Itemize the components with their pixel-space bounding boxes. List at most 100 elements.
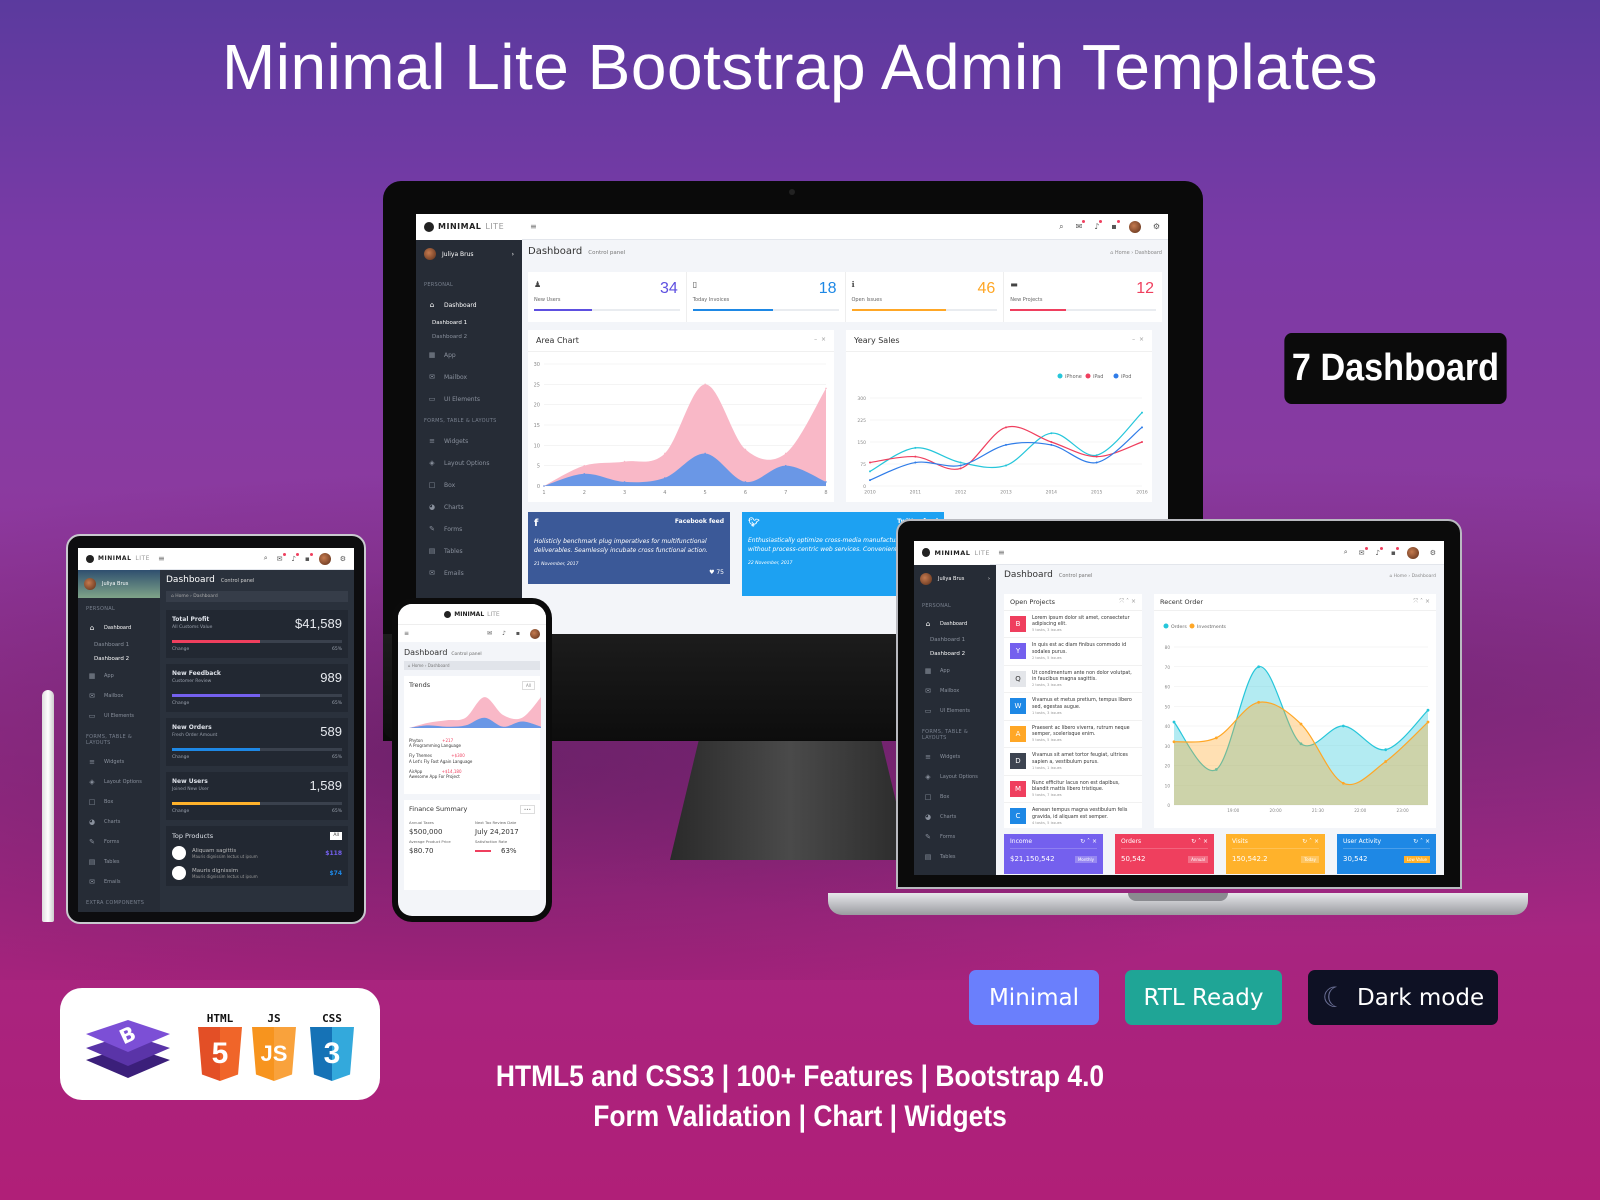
chat-icon[interactable]: ▪ (516, 630, 520, 637)
avatar[interactable] (1406, 546, 1419, 559)
filter-select[interactable]: All (330, 832, 342, 840)
data-point[interactable] (1050, 432, 1053, 435)
bell-icon[interactable]: ♪ (502, 630, 506, 637)
data-point[interactable] (1095, 455, 1098, 458)
sidebar-item-ui-elements[interactable]: ▭ UI Elements (78, 706, 160, 726)
menu-toggle-icon[interactable]: ≡ (530, 222, 537, 231)
search-icon[interactable]: ⌕ (264, 554, 268, 563)
sidebar-item-dashboard[interactable]: ⌂ Dashboard (78, 618, 160, 638)
card-controls[interactable]: – × (1132, 336, 1144, 345)
data-point[interactable] (1341, 781, 1345, 785)
data-point[interactable] (1141, 411, 1143, 414)
data-point[interactable] (869, 461, 871, 464)
sidebar-item-charts[interactable]: ◕ Charts (914, 807, 996, 827)
sidebar-item-widgets[interactable]: ≡ Widgets (78, 752, 160, 772)
sidebar-item-mailbox[interactable]: ✉ Mailbox (78, 686, 160, 706)
breadcrumb-home[interactable]: Home (175, 594, 188, 599)
gear-icon[interactable]: ⚙ (340, 555, 346, 563)
project-item[interactable]: A Praesent ac libero viverra, rutrum nequ… (1004, 721, 1142, 749)
menu-toggle-icon[interactable]: ≡ (998, 548, 1005, 557)
data-point[interactable] (914, 461, 917, 464)
mail-icon[interactable]: ✉ (1076, 220, 1085, 231)
sidebar-item-dashboard[interactable]: ⌂ Dashboard (914, 615, 996, 633)
sidebar-user[interactable]: Juliya Brus › (416, 248, 522, 274)
likes-count[interactable]: ♥ 75 (709, 569, 724, 576)
sidebar-item-box[interactable]: □ Box (78, 792, 160, 812)
data-point[interactable] (959, 461, 962, 464)
project-item[interactable]: M Nunc efficitur lacus non est dapibus, b… (1004, 776, 1142, 804)
sidebar-item-box[interactable]: □ Box (914, 787, 996, 807)
more-button[interactable]: ••• (519, 805, 535, 814)
data-point[interactable] (1172, 740, 1176, 744)
sidebar-item-app[interactable]: ▦ App (914, 661, 996, 681)
data-point[interactable] (664, 452, 666, 455)
product-item[interactable]: Aliquam sagittis Mauris dignissim lectus … (172, 846, 342, 860)
sidebar-item-widgets[interactable]: ≡ Widgets (416, 430, 522, 452)
data-point[interactable] (1384, 748, 1388, 752)
sidebar-item-app[interactable]: ▦ App (78, 666, 160, 686)
data-point[interactable] (623, 460, 626, 463)
sidebar-user[interactable]: Juliya Brus › (914, 573, 996, 595)
chat-icon[interactable]: ▪ (305, 552, 313, 563)
search-icon[interactable]: ⌕ (1059, 222, 1063, 232)
data-point[interactable] (1050, 441, 1053, 443)
breadcrumb-home[interactable]: Home (1115, 250, 1130, 256)
data-point[interactable] (959, 467, 962, 470)
data-point[interactable] (1257, 665, 1261, 669)
brand-logo[interactable]: MINIMAL LITE (398, 604, 546, 624)
search-icon[interactable]: ⌕ (1344, 548, 1348, 557)
chat-icon[interactable]: ▪ (1391, 546, 1399, 557)
mail-icon[interactable]: ✉ (1359, 546, 1368, 557)
data-point[interactable] (784, 464, 787, 467)
sidebar-item-emails[interactable]: ✉ Emails (78, 872, 160, 892)
sidebar-item-app[interactable]: ▦ App (416, 344, 522, 366)
data-point[interactable] (869, 479, 871, 482)
data-point[interactable] (623, 481, 626, 483)
brand-logo[interactable]: MINIMAL LITE (416, 214, 522, 240)
sidebar-item-forms[interactable]: ✎ Forms (78, 832, 160, 852)
bell-icon[interactable]: ♪ (1376, 546, 1384, 557)
tile-controls[interactable]: ↻ ˄ × (1413, 838, 1430, 845)
sidebar-subitem-dashboard-1[interactable]: Dashboard 1 (78, 638, 160, 652)
data-point[interactable] (1214, 736, 1218, 740)
gear-icon[interactable]: ⚙ (1153, 222, 1160, 231)
data-point[interactable] (1141, 441, 1143, 443)
avatar[interactable] (318, 552, 331, 565)
avatar[interactable] (530, 628, 540, 639)
sidebar-item-forms[interactable]: ✎ Forms (914, 827, 996, 847)
data-point[interactable] (1095, 461, 1098, 464)
sidebar-item-mailbox[interactable]: ✉ Mailbox (416, 366, 522, 388)
data-point[interactable] (583, 473, 586, 475)
gear-icon[interactable]: ⚙ (1430, 549, 1436, 557)
project-item[interactable]: Q Ut condimentum ante non dolor volutpat,… (1004, 666, 1142, 694)
filter-select[interactable]: All (522, 681, 535, 690)
sidebar-subitem-dashboard-1[interactable]: Dashboard 1 (914, 633, 996, 647)
sidebar-item-widgets[interactable]: ≡ Widgets (914, 747, 996, 767)
card-controls[interactable]: – × (814, 336, 826, 345)
sidebar-subitem-dashboard-2[interactable]: Dashboard 2 (78, 652, 160, 666)
data-point[interactable] (1341, 724, 1345, 728)
sidebar-item-dashboard[interactable]: ⌂ Dashboard (416, 294, 522, 316)
data-point[interactable] (704, 383, 706, 386)
bell-icon[interactable]: ♪ (1094, 220, 1103, 231)
sidebar-subitem-dashboard-2[interactable]: Dashboard 2 (914, 647, 996, 661)
breadcrumb-home[interactable]: Home (412, 663, 424, 668)
data-point[interactable] (825, 387, 827, 390)
data-point[interactable] (1005, 443, 1007, 446)
sidebar-subitem-dashboard-2[interactable]: Dashboard 2 (416, 330, 522, 344)
brand-logo[interactable]: MINIMAL LITE (78, 548, 150, 570)
sidebar-item-emails[interactable]: ✉ Emails (416, 562, 522, 584)
chat-icon[interactable]: ▪ (1111, 220, 1121, 231)
data-point[interactable] (1141, 426, 1143, 429)
project-item[interactable]: W Vivamus et metus pretium, tempus libero… (1004, 693, 1142, 721)
data-point[interactable] (914, 455, 917, 458)
sidebar-item-tables[interactable]: ▤ Tables (914, 847, 996, 867)
brand-logo[interactable]: MINIMAL LITE (914, 541, 990, 565)
project-item[interactable]: C Aenean tempus magna vestibulum felis gr… (1004, 803, 1142, 828)
tile-controls[interactable]: ↻ ˄ × (1302, 838, 1319, 845)
menu-toggle-icon[interactable]: ≡ (404, 630, 409, 637)
data-point[interactable] (1172, 720, 1176, 724)
sidebar-item-forms[interactable]: ✎ Forms (416, 518, 522, 540)
data-point[interactable] (583, 464, 586, 467)
sidebar-item-charts[interactable]: ◕ Charts (78, 812, 160, 832)
